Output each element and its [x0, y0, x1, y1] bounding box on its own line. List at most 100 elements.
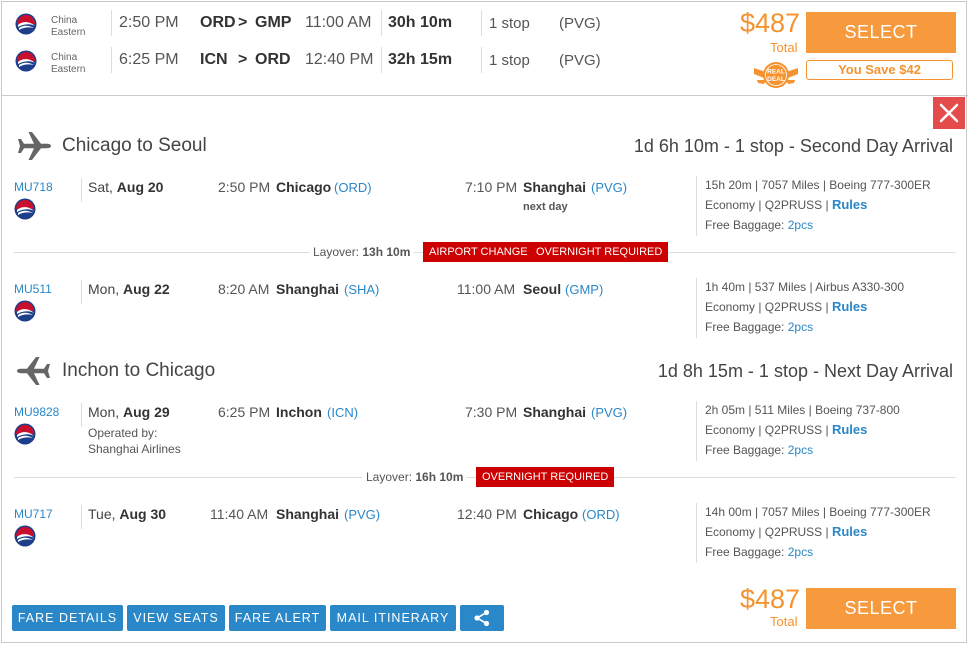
arrive-code[interactable]: (ORD): [582, 507, 620, 522]
depart-time: 6:25 PM: [218, 404, 271, 420]
close-button[interactable]: [933, 97, 965, 129]
section-title-return: Inchon to Chicago: [62, 360, 216, 381]
flight-number[interactable]: MU9828: [14, 405, 59, 419]
segment-details: 14h 00m | 7057 Miles | Boeing 777-300ER …: [705, 505, 931, 559]
rules-link[interactable]: Rules: [832, 197, 867, 212]
airplane-icon: [15, 131, 53, 161]
section-summary-outbound: 1d 6h 10m - 1 stop - Second Day Arrival: [633, 136, 953, 156]
itinerary-card: China Eastern 2:50 PM ORD > GMP 11:00 AM…: [1, 1, 968, 643]
summary-depart-time: 6:25 PM: [119, 51, 179, 68]
rules-link[interactable]: Rules: [832, 299, 867, 314]
depart-code[interactable]: (PVG): [344, 507, 380, 522]
savings-badge: You Save $42: [806, 60, 953, 80]
baggage-link[interactable]: 2pcs: [788, 218, 813, 232]
baggage-link[interactable]: 2pcs: [788, 443, 813, 457]
arrive-code[interactable]: (PVG): [591, 405, 627, 420]
airplane-icon: [15, 356, 53, 386]
layover-info: Layover: 16h 10m: [362, 470, 468, 484]
flight-number[interactable]: MU718: [14, 180, 53, 194]
segment-date: Sat, Aug 20: [88, 179, 164, 195]
china-eastern-logo-icon: [14, 300, 36, 322]
flight-number[interactable]: MU511: [14, 282, 52, 296]
summary-stops: 1 stop: [489, 15, 530, 32]
close-icon: [939, 103, 959, 123]
depart-city: Shanghai: [276, 281, 340, 297]
china-eastern-logo-icon: [14, 198, 36, 220]
view-seats-button[interactable]: VIEW SEATS: [127, 605, 225, 631]
share-icon: [474, 609, 490, 627]
share-button[interactable]: [460, 605, 504, 631]
depart-time: 2:50 PM: [218, 179, 271, 195]
summary-from: ICN: [200, 51, 228, 68]
segment-date: Mon, Aug 22: [88, 281, 170, 297]
summary-to: ORD: [255, 51, 291, 68]
airline-name: China Eastern: [51, 52, 86, 75]
arrive-time: 12:40 PM: [457, 506, 517, 522]
segment-details: 1h 40m | 537 Miles | Airbus A330-300 Eco…: [705, 280, 905, 334]
segment-details: 2h 05m | 511 Miles | Boeing 737-800 Econ…: [705, 403, 900, 457]
summary-duration: 32h 15m: [388, 51, 453, 68]
svg-text:DEAL: DEAL: [767, 76, 785, 83]
arrive-city: Chicago: [523, 506, 579, 522]
operated-by: Operated by: Shanghai Airlines: [88, 426, 181, 456]
summary-arrive-time: 11:00 AM: [305, 14, 372, 31]
fare-details-button[interactable]: FARE DETAILS: [12, 605, 123, 631]
depart-code[interactable]: (SHA): [344, 282, 379, 297]
section-summary-return: 1d 8h 15m - 1 stop - Next Day Arrival: [657, 361, 953, 381]
arrive-time: 11:00 AM: [457, 281, 516, 297]
summary-row-return[interactable]: China Eastern 6:25 PM ICN > ORD 12:40 PM…: [2, 42, 732, 78]
summary-via: (PVG): [559, 52, 601, 69]
airline-name: China Eastern: [51, 15, 86, 38]
depart-city: Shanghai: [276, 506, 340, 522]
depart-time: 11:40 AM: [210, 506, 269, 522]
rules-link[interactable]: Rules: [832, 524, 867, 539]
arrive-code[interactable]: (GMP): [565, 282, 603, 297]
summary-via: (PVG): [559, 15, 601, 32]
total-price: $487: [740, 8, 801, 38]
summary-arrive-time: 12:40 PM: [305, 51, 374, 68]
svg-text:REAL: REAL: [767, 69, 785, 76]
segment-date: Tue, Aug 30: [88, 506, 167, 522]
china-eastern-logo-icon: [15, 13, 37, 35]
summary-arrow: >: [238, 14, 248, 31]
mail-itinerary-button[interactable]: MAIL ITINERARY: [330, 605, 456, 631]
china-eastern-logo-icon: [14, 525, 36, 547]
summary-to: GMP: [255, 14, 292, 31]
next-day-note: next day: [523, 201, 568, 213]
china-eastern-logo-icon: [15, 50, 37, 72]
arrive-city: Shanghai: [523, 179, 587, 195]
depart-time: 8:20 AM: [218, 281, 270, 297]
airport-change-badge: AIRPORT CHANGE: [423, 242, 534, 262]
depart-city: Chicago: [276, 179, 332, 195]
segment-date: Mon, Aug 29: [88, 404, 170, 420]
summary-from: ORD: [200, 14, 236, 31]
overnight-required-badge: OVERNIGHT REQUIRED: [530, 242, 669, 262]
section-title-outbound: Chicago to Seoul: [62, 135, 207, 156]
baggage-link[interactable]: 2pcs: [788, 320, 813, 334]
footer-select-button[interactable]: SELECT: [806, 588, 956, 629]
arrive-city: Seoul: [523, 281, 562, 297]
rules-link[interactable]: Rules: [832, 422, 867, 437]
summary-duration: 30h 10m: [388, 14, 453, 31]
summary-depart-time: 2:50 PM: [119, 14, 179, 31]
arrive-code[interactable]: (PVG): [591, 180, 627, 195]
footer-total-label: Total: [770, 614, 798, 629]
total-label: Total: [770, 40, 798, 55]
depart-city: Inchon: [276, 404, 322, 420]
baggage-link[interactable]: 2pcs: [788, 545, 813, 559]
china-eastern-logo-icon: [14, 423, 36, 445]
overnight-required-badge: OVERNIGHT REQUIRED: [476, 467, 615, 487]
arrive-city: Shanghai: [523, 404, 587, 420]
layover-info: Layover: 13h 10m: [309, 245, 415, 259]
select-button[interactable]: SELECT: [806, 12, 956, 53]
footer-total-price: $487: [740, 584, 801, 614]
summary-arrow: >: [238, 51, 248, 68]
flight-number[interactable]: MU717: [14, 507, 53, 521]
arrive-time: 7:30 PM: [465, 404, 518, 420]
summary-row-outbound[interactable]: China Eastern 2:50 PM ORD > GMP 11:00 AM…: [2, 5, 732, 41]
fare-alert-button[interactable]: FARE ALERT: [229, 605, 326, 631]
segment-details: 15h 20m | 7057 Miles | Boeing 777-300ER …: [705, 178, 931, 232]
depart-code[interactable]: (ICN): [327, 405, 358, 420]
real-deal-badge-icon: REAL DEAL: [754, 62, 798, 88]
depart-code[interactable]: (ORD): [334, 180, 372, 195]
